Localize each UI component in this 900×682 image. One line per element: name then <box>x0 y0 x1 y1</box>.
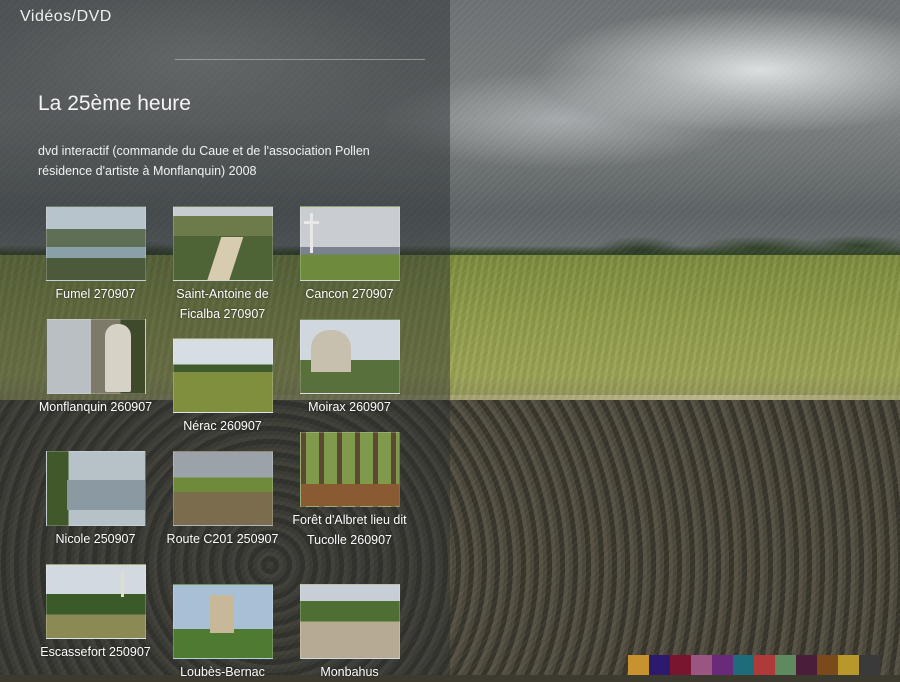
palette-swatch[interactable] <box>775 655 796 675</box>
color-palette-bar <box>628 655 880 675</box>
thumbnail-image <box>45 319 146 394</box>
thumbnail-image <box>299 206 400 281</box>
thumbnail-foret-albret[interactable]: Forêt d'Albret lieu dit Tucolle 260907 <box>292 432 407 550</box>
palette-swatch[interactable] <box>859 655 880 675</box>
thumbnail-caption: Nérac 260907 <box>183 419 262 433</box>
thumbnail-moirax[interactable]: Moirax 260907 <box>292 319 407 417</box>
thumbnail-image <box>172 451 273 526</box>
thumbnail-caption: Forêt d'Albret lieu dit Tucolle 260907 <box>292 513 407 547</box>
palette-swatch[interactable] <box>649 655 670 675</box>
thumbnail-caption: Escassefort 250907 <box>40 645 151 659</box>
page-title: La 25ème heure <box>38 92 191 115</box>
thumbnail-caption: Route C201 250907 <box>166 532 279 546</box>
thumbnail-cancon[interactable]: Cancon 270907 <box>292 206 407 304</box>
palette-swatch[interactable] <box>628 655 649 675</box>
thumbnail-image <box>172 338 273 413</box>
thumbnail-caption: Loubès-Bernac <box>180 665 265 679</box>
palette-swatch[interactable] <box>817 655 838 675</box>
palette-swatch[interactable] <box>733 655 754 675</box>
thumbnail-image <box>172 584 273 659</box>
thumbnail-fumel[interactable]: Fumel 270907 <box>38 206 153 304</box>
palette-swatch[interactable] <box>754 655 775 675</box>
thumbnail-nerac[interactable]: Nérac 260907 <box>165 338 280 436</box>
thumbnail-caption: Cancon 270907 <box>305 287 394 301</box>
thumbnail-caption: Monbahus <box>320 665 379 679</box>
thumbnail-monbahus[interactable]: Monbahus <box>292 584 407 682</box>
thumbnail-caption: Nicole 250907 <box>55 532 136 546</box>
thumbnail-image <box>299 432 400 507</box>
thumbnail-loubes-bernac[interactable]: Loubès-Bernac <box>165 584 280 682</box>
thumbnail-image <box>45 206 146 281</box>
palette-swatch[interactable] <box>796 655 817 675</box>
thumbnail-image <box>299 319 400 394</box>
palette-swatch[interactable] <box>691 655 712 675</box>
thumbnail-image <box>45 564 146 639</box>
thumbnail-caption: Fumel 270907 <box>55 287 136 301</box>
section-title[interactable]: Vidéos/DVD <box>20 8 112 26</box>
thumbnail-image <box>172 206 273 281</box>
thumbnail-caption: Saint-Antoine de Ficalba 270907 <box>176 287 269 321</box>
thumbnail-saint-antoine[interactable]: Saint-Antoine de Ficalba 270907 <box>165 206 280 324</box>
page-description: dvd interactif (commande du Caue et de l… <box>38 144 370 178</box>
palette-swatch[interactable] <box>712 655 733 675</box>
palette-swatch[interactable] <box>838 655 859 675</box>
thumbnail-monflanquin[interactable]: Monflanquin 260907 <box>38 319 153 417</box>
title-divider <box>175 59 425 60</box>
thumbnail-image <box>299 584 400 659</box>
thumbnail-escassefort[interactable]: Escassefort 250907 <box>38 564 153 662</box>
thumbnail-image <box>45 451 146 526</box>
thumbnail-route-c201[interactable]: Route C201 250907 <box>165 451 280 549</box>
thumbnail-nicole[interactable]: Nicole 250907 <box>38 451 153 549</box>
palette-swatch[interactable] <box>670 655 691 675</box>
thumbnail-caption: Moirax 260907 <box>308 400 391 414</box>
thumbnail-caption: Monflanquin 260907 <box>38 400 153 414</box>
